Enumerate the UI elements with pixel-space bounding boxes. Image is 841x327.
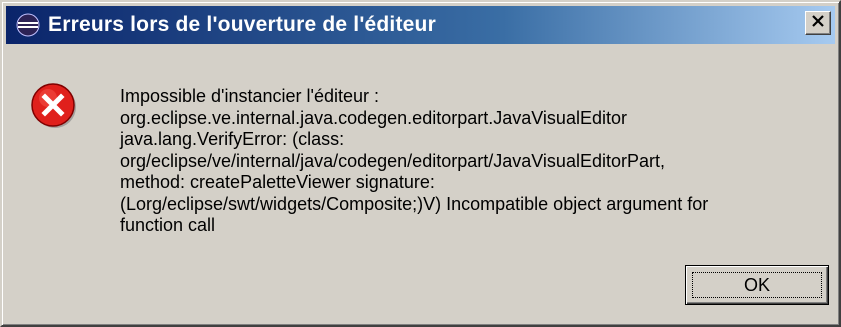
eclipse-icon bbox=[14, 11, 42, 39]
message-line: org.eclipse.ve.internal.java.codegen.edi… bbox=[120, 107, 627, 128]
window-title: Erreurs lors de l'ouverture de l'éditeur bbox=[48, 13, 436, 36]
message-line: Impossible d'instancier l'éditeur : bbox=[120, 86, 379, 106]
ok-button-label: OK bbox=[743, 274, 770, 295]
message-line: function call bbox=[120, 215, 216, 235]
ok-button[interactable]: OK bbox=[685, 265, 829, 305]
title-bar[interactable]: Erreurs lors de l'ouverture de l'éditeur bbox=[6, 6, 835, 44]
error-dialog: Erreurs lors de l'ouverture de l'éditeur… bbox=[0, 0, 841, 327]
message-line: java.lang.VerifyError: (class: bbox=[120, 129, 345, 149]
message-line: org/eclipse/ve/internal/java/codegen/edi… bbox=[120, 150, 665, 171]
close-x-icon bbox=[811, 14, 825, 32]
close-button[interactable] bbox=[805, 11, 831, 35]
message-line: method: createPaletteViewer signature: bbox=[120, 172, 435, 192]
error-icon bbox=[30, 82, 78, 130]
error-message: Impossible d'instancier l'éditeur : org.… bbox=[120, 86, 810, 237]
message-line: (Lorg/eclipse/swt/widgets/Composite;)V) … bbox=[120, 193, 709, 214]
